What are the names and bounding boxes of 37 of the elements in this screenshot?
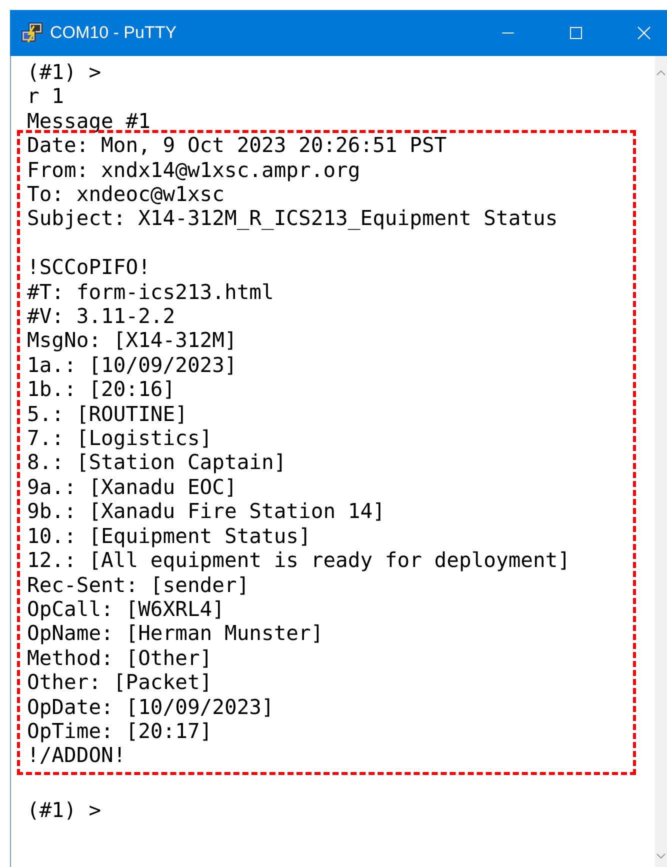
terminal-line: (#1) > xyxy=(27,60,102,84)
terminal-line: OpDate: [10/09/2023] xyxy=(27,694,275,719)
terminal-line: Subject: X14-312M_R_ICS213_Equipment Status xyxy=(27,206,559,231)
scroll-down-icon[interactable] xyxy=(656,853,666,859)
terminal-line: Message #1 xyxy=(27,108,152,134)
terminal-line: OpName: [Herman Munster] xyxy=(27,621,324,646)
terminal-line: 9a.: [Xanadu EOC] xyxy=(27,474,238,500)
terminal-line: 1a.: [10/09/2023] xyxy=(27,352,238,378)
terminal-line: #V: 3.11-2.2 xyxy=(27,304,176,328)
terminal-line: Rec-Sent: [sender] xyxy=(27,572,250,597)
minimize-icon xyxy=(501,32,515,34)
window-title: COM10 - PuTTY xyxy=(50,23,178,43)
terminal-line: !SCCoPIFO! xyxy=(27,255,152,280)
computers-icon xyxy=(20,22,44,44)
terminal-line: 1b.: [20:16] xyxy=(27,377,176,402)
scrollbar[interactable] xyxy=(655,56,667,867)
terminal-line: 9b.: [Xanadu Fire Station 14] xyxy=(27,499,386,524)
scroll-up-icon[interactable] xyxy=(656,70,666,76)
terminal-line: #T: form-ics213.html xyxy=(27,280,275,304)
terminal-line: To: xndeoc@w1xsc xyxy=(27,182,226,206)
terminal-line: OpTime: [20:17] xyxy=(27,718,214,744)
terminal-line: 12.: [All equipment is ready for deployment] xyxy=(27,548,572,573)
terminal-line: Method: [Other] xyxy=(27,646,214,670)
terminal-line: MsgNo: [X14-312M] xyxy=(27,328,238,353)
terminal-line: (#1) > xyxy=(27,798,102,822)
terminal-line: !/ADDON! xyxy=(27,743,127,768)
terminal-line: 8.: [Station Captain] xyxy=(27,450,288,475)
terminal-line: Date: Mon, 9 Oct 2023 20:26:51 PST xyxy=(27,133,448,158)
terminal-line: 5.: [ROUTINE] xyxy=(27,402,188,426)
terminal-line: 7.: [Logistics] xyxy=(27,426,214,450)
terminal-line: Other: [Packet] xyxy=(27,670,214,695)
terminal-line: 10.: [Equipment Status] xyxy=(27,524,312,548)
terminal-line: r 1 xyxy=(27,84,66,109)
close-icon xyxy=(637,26,651,40)
terminal-line: From: xndx14@w1xsc.ampr.org xyxy=(27,158,362,182)
maximize-icon xyxy=(569,26,583,40)
terminal-line: OpCall: [W6XRL4] xyxy=(27,596,226,622)
